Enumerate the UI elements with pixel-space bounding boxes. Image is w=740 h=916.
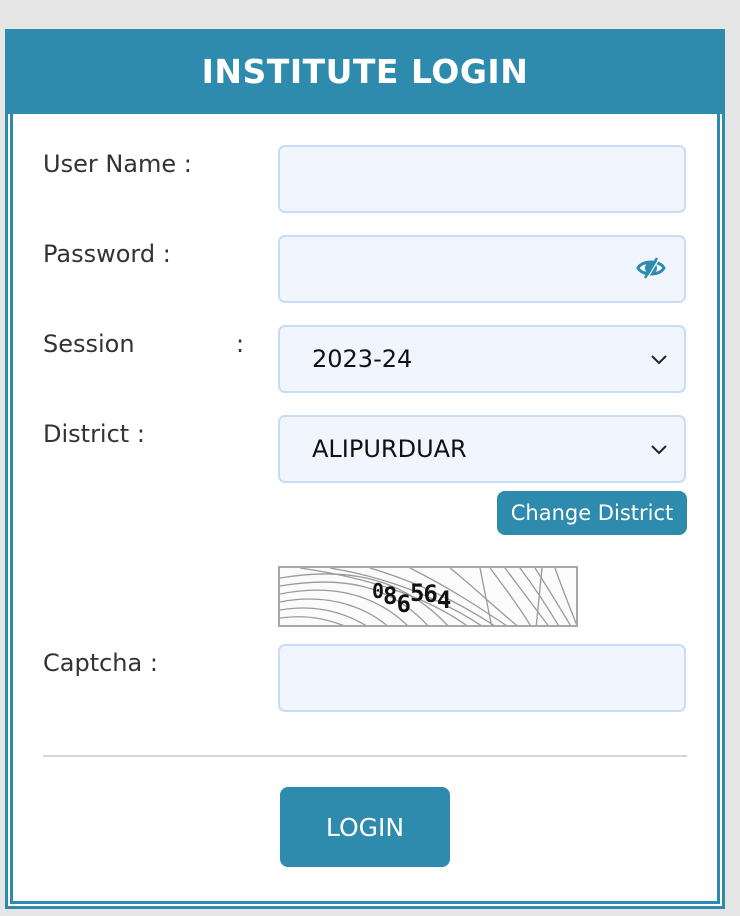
- change-district-button[interactable]: Change District: [497, 491, 687, 535]
- captcha-image: 086564: [278, 566, 578, 627]
- session-select[interactable]: 2023-24: [278, 325, 686, 393]
- divider: [43, 755, 687, 757]
- username-label: User Name :: [43, 150, 192, 178]
- password-label: Password :: [43, 240, 171, 268]
- chevron-down-icon: [651, 445, 667, 455]
- login-panel: INSTITUTE LOGIN User Name : Password : S…: [5, 29, 725, 909]
- session-selected-value: 2023-24: [312, 345, 413, 373]
- district-select[interactable]: ALIPURDUAR: [278, 415, 686, 483]
- district-label: District :: [43, 420, 145, 448]
- captcha-label: Captcha :: [43, 649, 158, 677]
- session-label-colon: :: [236, 330, 245, 358]
- page-title: INSTITUTE LOGIN: [201, 52, 529, 91]
- username-input[interactable]: [278, 145, 686, 213]
- panel-header: INSTITUTE LOGIN: [5, 29, 725, 114]
- captcha-input[interactable]: [278, 644, 686, 712]
- login-button[interactable]: LOGIN: [280, 787, 450, 867]
- district-selected-value: ALIPURDUAR: [312, 435, 467, 463]
- password-input[interactable]: [278, 235, 686, 303]
- chevron-down-icon: [651, 355, 667, 365]
- captcha-text: 086564: [372, 579, 451, 618]
- eye-slash-icon[interactable]: [636, 255, 666, 281]
- session-label: Session: [43, 330, 135, 358]
